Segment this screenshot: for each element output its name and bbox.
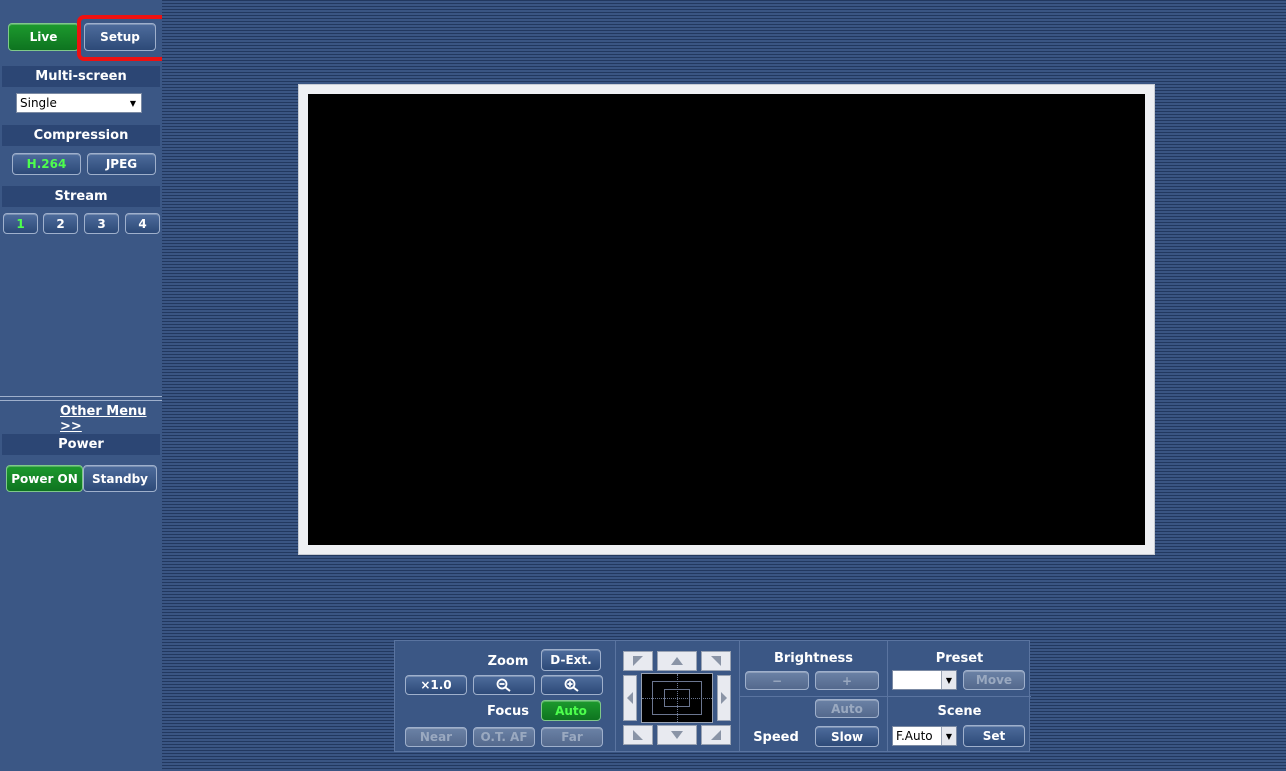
speed-slow-button[interactable]: Slow bbox=[815, 726, 879, 747]
zoom-out-icon bbox=[496, 678, 511, 692]
other-menu-link[interactable]: Other Menu >> bbox=[60, 404, 162, 434]
stream-1-button[interactable]: 1 bbox=[3, 213, 38, 234]
arrow-left-icon bbox=[627, 692, 633, 704]
stream-header: Stream bbox=[2, 186, 160, 207]
tilt-up-button[interactable] bbox=[657, 651, 697, 671]
sidebar: Live Setup Multi-screen Single ▼ Compres… bbox=[0, 0, 168, 771]
sidebar-divider bbox=[0, 400, 162, 401]
arrow-down-left-icon bbox=[633, 730, 643, 740]
brightness-auto-button[interactable]: Auto bbox=[815, 699, 879, 718]
power-header: Power bbox=[2, 434, 160, 455]
arrow-up-right-icon bbox=[711, 656, 721, 666]
scene-set-button[interactable]: Set bbox=[963, 725, 1025, 747]
standby-button[interactable]: Standby bbox=[83, 465, 157, 492]
focus-otaf-button[interactable]: O.T. AF bbox=[473, 727, 535, 747]
scene-label: Scene bbox=[937, 703, 982, 719]
brightness-plus-button[interactable]: + bbox=[815, 671, 879, 690]
stream-3-button[interactable]: 3 bbox=[84, 213, 119, 234]
panel-divider bbox=[615, 641, 616, 751]
pan-down-left-button[interactable] bbox=[623, 725, 653, 745]
focus-label: Focus bbox=[487, 703, 529, 719]
camera-control-panel: Zoom D-Ext. ×1.0 Focus Auto Near O.T. AF… bbox=[394, 640, 1031, 752]
arrow-down-right-icon bbox=[711, 730, 721, 740]
chevron-down-icon: ▼ bbox=[941, 671, 956, 689]
brightness-minus-button[interactable]: − bbox=[745, 671, 809, 690]
video-frame bbox=[298, 84, 1155, 555]
stream-4-button[interactable]: 4 bbox=[125, 213, 160, 234]
zoom-in-icon bbox=[564, 678, 579, 692]
arrow-up-icon bbox=[671, 657, 683, 665]
zoom-label: Zoom bbox=[487, 653, 529, 669]
chevron-down-icon: ▼ bbox=[941, 727, 956, 745]
pan-left-button[interactable] bbox=[623, 675, 637, 721]
multiscreen-select[interactable]: Single ▼ bbox=[16, 93, 142, 113]
preset-move-button[interactable]: Move bbox=[963, 670, 1025, 690]
scene-select[interactable]: F.Auto ▼ bbox=[892, 726, 957, 746]
arrow-right-icon bbox=[721, 692, 727, 704]
stream-2-button[interactable]: 2 bbox=[43, 213, 78, 234]
pan-right-button[interactable] bbox=[717, 675, 731, 721]
power-on-button[interactable]: Power ON bbox=[6, 465, 83, 492]
live-video-screen[interactable] bbox=[308, 94, 1145, 545]
multiscreen-value: Single bbox=[20, 96, 57, 110]
brightness-label: Brightness bbox=[773, 650, 854, 666]
preset-select[interactable]: ▼ bbox=[892, 670, 957, 690]
panel-divider bbox=[739, 696, 1031, 697]
chevron-down-icon: ▼ bbox=[129, 98, 137, 108]
compression-header: Compression bbox=[2, 125, 160, 146]
pan-tilt-pad bbox=[623, 651, 731, 745]
zoom-reset-button[interactable]: ×1.0 bbox=[405, 675, 467, 695]
focus-far-button[interactable]: Far bbox=[541, 727, 603, 747]
focus-near-button[interactable]: Near bbox=[405, 727, 467, 747]
pan-up-left-button[interactable] bbox=[623, 651, 653, 671]
pan-up-right-button[interactable] bbox=[701, 651, 731, 671]
speed-label: Speed bbox=[753, 729, 799, 745]
zoom-in-button[interactable] bbox=[541, 675, 603, 695]
setup-highlight-box bbox=[77, 15, 168, 61]
multiscreen-header: Multi-screen bbox=[2, 66, 160, 87]
focus-auto-button[interactable]: Auto bbox=[541, 700, 601, 721]
sidebar-divider bbox=[0, 396, 162, 397]
scene-value: F.Auto bbox=[896, 729, 933, 743]
live-tab-button[interactable]: Live bbox=[8, 23, 79, 51]
arrow-down-icon bbox=[671, 731, 683, 739]
jpeg-button[interactable]: JPEG bbox=[87, 153, 156, 175]
zoom-out-button[interactable] bbox=[473, 675, 535, 695]
tilt-down-button[interactable] bbox=[657, 725, 697, 745]
ptz-center-pad[interactable] bbox=[641, 673, 713, 723]
digital-extender-button[interactable]: D-Ext. bbox=[541, 649, 601, 671]
pan-down-right-button[interactable] bbox=[701, 725, 731, 745]
preset-label: Preset bbox=[935, 650, 984, 666]
h264-button[interactable]: H.264 bbox=[12, 153, 81, 175]
arrow-up-left-icon bbox=[633, 656, 643, 666]
